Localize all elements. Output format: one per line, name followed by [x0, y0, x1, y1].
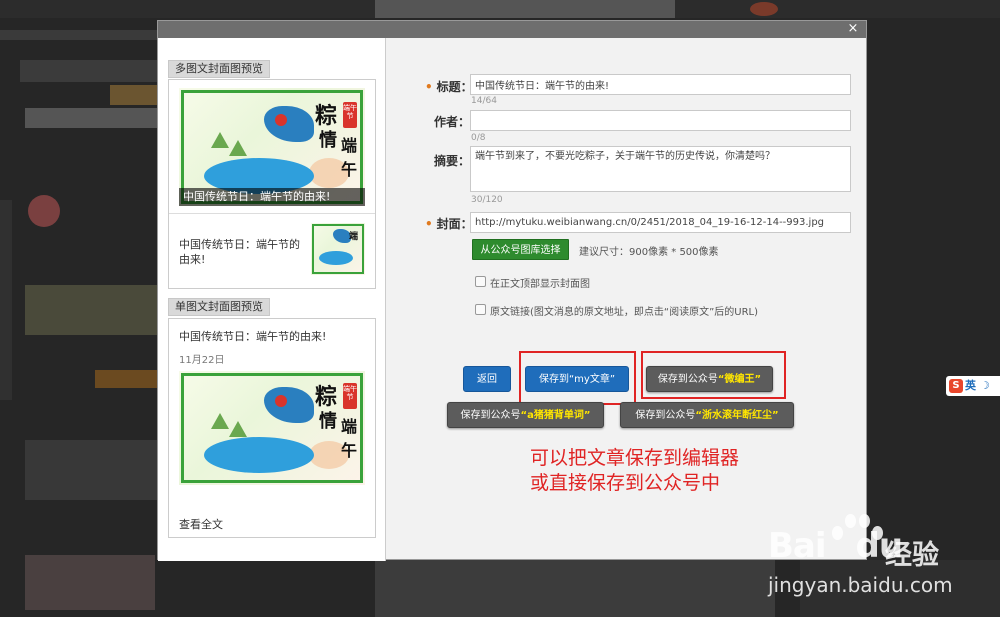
back-button[interactable]: 返回 — [463, 366, 511, 392]
image-zongzi — [211, 132, 229, 148]
moon-icon: ☽ — [980, 379, 990, 392]
image-calligraphy: 午 — [341, 441, 358, 460]
summary-counter: 30/120 — [471, 195, 503, 205]
read-more-link[interactable]: 查看全文 — [179, 516, 223, 532]
image-zongzi — [229, 421, 247, 437]
summary-label: 摘要： — [434, 154, 471, 168]
bg-block — [110, 85, 157, 105]
author-input[interactable] — [470, 110, 851, 131]
bg-scroll — [0, 200, 12, 400]
ime-indicator[interactable]: S 英 ☽ — [946, 376, 1000, 396]
bg-block — [25, 108, 157, 128]
cover-image-single: 粽 情 端 午 端午节 — [179, 371, 365, 485]
single-article-date: 11月22日 — [179, 355, 225, 366]
image-zongzi — [211, 413, 229, 429]
image-dragon-eye — [275, 395, 287, 407]
bg-block — [25, 285, 157, 335]
bg-strip — [0, 30, 157, 40]
choose-from-library-button[interactable]: 从公众号图库选择 — [472, 239, 569, 260]
cover-label: • 封面： — [425, 217, 473, 231]
image-seal: 端午节 — [343, 383, 357, 409]
bg-block — [20, 60, 157, 82]
save-to-account-vocab-button[interactable]: 保存到公众号“a猪猪背单词” — [447, 402, 604, 428]
preview-panel: 多图文封面图预览 粽 情 端 午 端午节 中国传统节日：端午节的由来! 中国传统… — [158, 38, 386, 561]
divider — [169, 213, 375, 214]
cover-image-large: 粽 情 端 午 端午节 中国传统节日：端午节的由来! — [179, 88, 365, 206]
sub-article-thumb: 端 — [311, 223, 365, 275]
save-to-account-weibianwang-button[interactable]: 保存到公众号“微编王” — [646, 366, 773, 392]
image-calligraphy: 端 — [341, 136, 358, 155]
save-to-account-hongchen-button[interactable]: 保存到公众号“浙水滚年断红尘” — [620, 402, 794, 428]
image-calligraphy: 午 — [341, 160, 358, 179]
bg-block — [95, 370, 157, 388]
title-input[interactable] — [470, 74, 851, 95]
watermark-url: jingyan.baidu.com — [768, 573, 953, 597]
article-form: •标题： 14/64 作者： 0/8 摘要： 端午节到来了，不要光吃粽子，关于端… — [387, 38, 866, 559]
size-hint: 建议尺寸：900像素 * 500像素 — [579, 247, 719, 258]
image-calligraphy: 端 — [349, 232, 359, 242]
image-seal: 端午节 — [343, 102, 357, 128]
single-article-title: 中国传统节日：端午节的由来! — [179, 330, 327, 343]
cover-url-input[interactable] — [470, 212, 851, 233]
source-link-checkbox[interactable] — [475, 304, 486, 315]
source-link-label: 原文链接(图文消息的原文地址，即点击“阅读原文”后的URL) — [490, 307, 759, 318]
title-counter: 14/64 — [471, 96, 497, 106]
annotation-line-2: 或直接保存到公众号中 — [530, 472, 721, 494]
single-preview-label: 单图文封面图预览 — [168, 298, 270, 316]
title-label: • 标题： — [425, 80, 473, 94]
save-to-editor-button[interactable]: 保存到“my文章” — [525, 366, 629, 392]
close-icon[interactable]: × — [846, 21, 860, 37]
sub-article-title: 中国传统节日：端午节的由来! — [179, 238, 300, 266]
annotation-line-1: 可以把文章保存到编辑器 — [530, 447, 740, 469]
bg-avatar — [750, 2, 778, 16]
multi-preview-label: 多图文封面图预览 — [168, 60, 270, 78]
watermark-brand: Bai du — [768, 526, 903, 566]
sogou-logo-icon: S — [949, 379, 963, 393]
image-calligraphy: 情 — [319, 411, 337, 432]
image-calligraphy: 端 — [341, 417, 358, 436]
bg-block — [25, 440, 157, 500]
multi-preview-card: 粽 情 端 午 端午节 中国传统节日：端午节的由来! 中国传统节日：端午节的由来… — [168, 79, 376, 289]
ime-mode-label: 英 — [965, 379, 976, 392]
summary-textarea[interactable]: 端午节到来了，不要光吃粽子，关于端午节的历史传说，你清楚吗？ — [470, 146, 851, 192]
bg-block — [375, 560, 775, 617]
bg-image — [28, 195, 60, 227]
image-calligraphy: 情 — [319, 130, 337, 151]
watermark-cn: 经验 — [885, 540, 939, 571]
bg-top-menu — [375, 0, 675, 18]
show-cover-label: 在正文顶部显示封面图 — [490, 279, 590, 290]
save-article-dialog: × 多图文封面图预览 粽 情 端 午 端午节 中国传统节日：端午节的由来! 中国… — [157, 20, 867, 561]
image-dragon-eye — [275, 114, 287, 126]
image-waves — [319, 251, 353, 265]
single-preview-card: 中国传统节日：端午节的由来! 11月22日 粽 情 端 午 端午节 查看全文 — [168, 318, 376, 538]
image-waves — [204, 437, 314, 473]
dialog-title-bar: × — [158, 21, 866, 38]
image-zongzi — [229, 140, 247, 156]
cover-caption: 中国传统节日：端午节的由来! — [179, 188, 365, 206]
bg-image — [25, 555, 155, 610]
show-cover-checkbox[interactable] — [475, 276, 486, 287]
author-counter: 0/8 — [471, 133, 486, 143]
author-label: 作者： — [434, 115, 471, 129]
